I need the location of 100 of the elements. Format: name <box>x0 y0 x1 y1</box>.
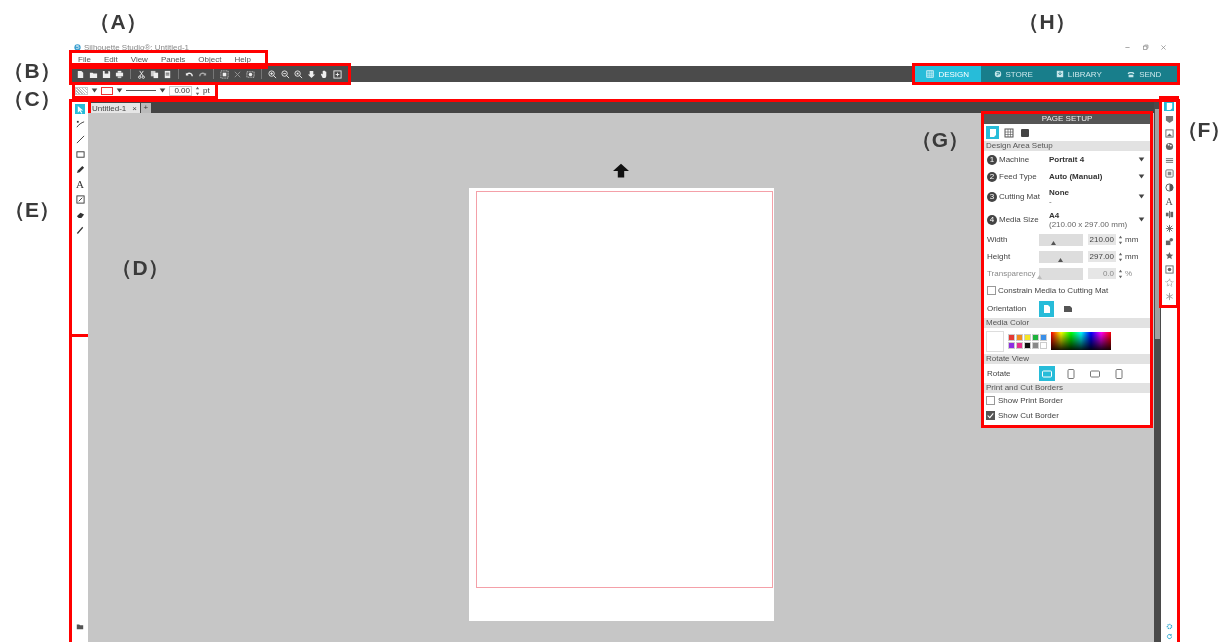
lines-icon[interactable] <box>1164 155 1174 166</box>
color-swatch[interactable] <box>1008 333 1015 341</box>
caret-icon[interactable] <box>1138 216 1145 223</box>
rectangle-icon[interactable] <box>75 149 85 159</box>
menu-item[interactable]: File <box>78 55 91 64</box>
mode-tab[interactable]: STORE <box>980 66 1046 82</box>
line-color-swatch[interactable] <box>101 86 113 95</box>
caret-icon[interactable] <box>1138 193 1145 200</box>
point-edit-icon[interactable] <box>75 119 85 129</box>
value-field[interactable]: 297.00 <box>1088 251 1116 262</box>
frame-icon[interactable] <box>1164 168 1174 179</box>
panel-title: PAGE SETUP <box>984 114 1150 124</box>
caret-icon[interactable] <box>116 87 123 94</box>
color-swatch[interactable] <box>1024 333 1031 341</box>
star-icon[interactable] <box>1164 250 1174 261</box>
value-field[interactable]: 210.00 <box>1088 234 1116 245</box>
asterisk-icon[interactable] <box>1164 223 1174 234</box>
dropdown[interactable]: None - <box>1047 187 1147 206</box>
spinner-arrows-icon[interactable] <box>1118 234 1123 245</box>
folder-icon[interactable] <box>76 622 84 630</box>
section-heading: Print and Cut Borders <box>984 383 1150 393</box>
dimension-label: Height <box>987 252 1012 261</box>
slider[interactable] <box>1039 233 1083 246</box>
new-document-icon[interactable] <box>76 69 85 79</box>
color-swatch[interactable] <box>1016 333 1023 341</box>
align-icon[interactable] <box>1164 209 1174 220</box>
menu-item[interactable]: Panels <box>160 55 186 64</box>
palette-icon[interactable] <box>1164 141 1174 152</box>
slider[interactable] <box>1039 250 1083 263</box>
slider-thumb[interactable] <box>1057 257 1063 262</box>
arrow-down-icon[interactable] <box>307 69 316 79</box>
dropdown[interactable]: A4 (210.00 x 297.00 mm) <box>1047 210 1147 229</box>
document-tab[interactable]: Untitled-1 × <box>89 103 140 113</box>
print-icon[interactable] <box>115 69 124 79</box>
menu-item[interactable]: Edit <box>103 55 118 64</box>
group-icon[interactable] <box>220 69 229 79</box>
mat-icon[interactable] <box>1018 126 1031 139</box>
text-tool-icon[interactable]: A <box>75 179 85 189</box>
color-swatch[interactable] <box>1040 333 1047 341</box>
scrollbar-thumb[interactable] <box>1155 109 1160 339</box>
zoom-out-icon[interactable] <box>281 69 290 79</box>
hand-icon[interactable] <box>320 69 329 79</box>
fill-pattern-swatch[interactable] <box>75 86 88 95</box>
save-icon[interactable] <box>102 69 111 79</box>
setting-label: Machine <box>999 155 1031 164</box>
zoom-in-icon[interactable] <box>268 69 277 79</box>
caret-icon[interactable] <box>1138 173 1145 180</box>
image-edit-icon[interactable] <box>75 194 85 204</box>
page-icon[interactable] <box>1164 101 1174 111</box>
mode-tab[interactable]: LIBRARY <box>1046 66 1112 82</box>
compound-path-icon[interactable] <box>246 69 255 79</box>
zoom-selection-icon[interactable] <box>294 69 303 79</box>
scissors-icon[interactable] <box>137 69 146 79</box>
spinner-arrows-icon[interactable] <box>195 85 200 96</box>
slider-thumb[interactable] <box>1051 240 1056 245</box>
line-icon[interactable] <box>75 134 85 144</box>
current-color-swatch[interactable] <box>986 330 1004 352</box>
knife-icon[interactable] <box>75 224 85 234</box>
caret-icon[interactable] <box>1138 156 1145 163</box>
setting-label: Rotate <box>987 369 1012 378</box>
unit-label: mm <box>1125 235 1139 244</box>
color-swatch[interactable] <box>1008 341 1015 349</box>
pencil-icon[interactable] <box>75 164 85 174</box>
checkbox[interactable] <box>986 411 995 420</box>
color-spectrum[interactable] <box>1051 332 1111 350</box>
copy-icon[interactable] <box>150 69 159 79</box>
shapes-icon[interactable] <box>1164 236 1174 247</box>
window-title: Silhouette Studio®: Untitled-1 <box>84 43 190 52</box>
new-tab-button[interactable]: + <box>140 103 151 113</box>
menu-item[interactable]: Help <box>234 55 251 64</box>
phone-icon <box>1127 70 1136 78</box>
picture-icon[interactable] <box>1164 128 1174 139</box>
color-swatch[interactable] <box>1016 341 1023 349</box>
caret-icon[interactable] <box>159 87 166 94</box>
spinner-arrows-icon[interactable] <box>1118 251 1123 262</box>
menu-item[interactable]: View <box>130 55 148 64</box>
menu-item[interactable]: Object <box>198 55 222 64</box>
clipboard-icon[interactable] <box>163 69 172 79</box>
app-logo-icon <box>74 44 81 51</box>
line-width-field[interactable]: 0.00 <box>169 85 192 96</box>
checkbox[interactable] <box>986 396 995 405</box>
half-circle-icon[interactable] <box>1164 182 1174 193</box>
mode-tab[interactable]: SEND <box>1111 66 1177 82</box>
setting-label: Feed Type <box>999 172 1038 181</box>
plus-box-icon[interactable] <box>333 69 342 79</box>
checkbox[interactable] <box>987 286 996 295</box>
trace-icon[interactable] <box>1164 264 1174 275</box>
color-swatch[interactable] <box>1040 341 1047 349</box>
color-swatch[interactable] <box>1032 333 1039 341</box>
caret-icon[interactable] <box>91 87 98 94</box>
color-swatch[interactable] <box>1032 341 1039 349</box>
checkbox-label: Show Cut Border <box>998 411 1059 420</box>
text-style-icon[interactable]: A <box>1164 196 1174 207</box>
color-swatch[interactable] <box>1024 341 1031 349</box>
dotted-star-icon[interactable] <box>1164 277 1174 288</box>
callout-label: （B） <box>3 58 61 84</box>
step-number: 2 <box>987 171 997 182</box>
shield-icon[interactable] <box>1164 114 1174 125</box>
grid-icon[interactable] <box>1002 126 1015 139</box>
dimension-label: Transparency <box>987 269 1037 278</box>
